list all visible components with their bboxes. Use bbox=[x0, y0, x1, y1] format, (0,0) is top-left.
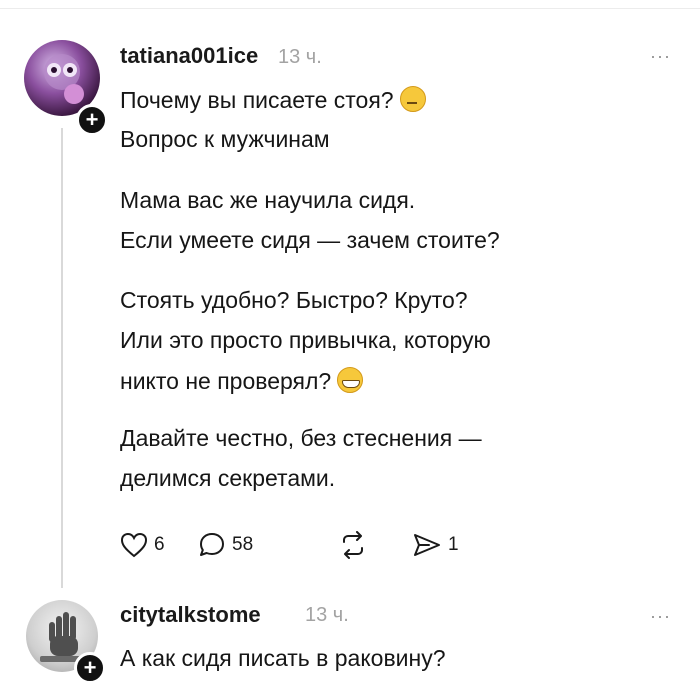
more-options-icon[interactable]: ··· bbox=[650, 606, 671, 627]
thinking-face-emoji-icon bbox=[399, 86, 426, 112]
share-button[interactable]: 1 bbox=[412, 525, 459, 565]
send-icon bbox=[414, 534, 440, 556]
post-text-line: Если умеете сидя — зачем стоите? bbox=[120, 227, 500, 253]
post-text-line: Мама вас же научила сидя. bbox=[120, 187, 416, 213]
reply-timestamp: 13 ч. bbox=[305, 604, 349, 626]
like-button[interactable]: 6 bbox=[120, 525, 165, 565]
post-text-line: Вопрос к мужчинам bbox=[120, 126, 330, 152]
repost-icon bbox=[343, 531, 363, 559]
follow-plus-icon[interactable]: + bbox=[76, 104, 108, 136]
comment-bubble-icon bbox=[200, 533, 224, 556]
top-divider bbox=[0, 8, 700, 9]
thread-line bbox=[61, 128, 63, 588]
post-text-line: никто не проверял? bbox=[120, 367, 364, 395]
heart-icon bbox=[120, 532, 148, 558]
post-text-line: делимся секретами. bbox=[120, 465, 336, 491]
reply-text: А как сидя писать в раковину? bbox=[120, 645, 446, 671]
post-text-line: Давайте честно, без стеснения — bbox=[120, 425, 482, 451]
share-count: 1 bbox=[448, 534, 459, 555]
like-count: 6 bbox=[154, 534, 165, 555]
post-text-line: Или это просто привычка, которую bbox=[120, 327, 491, 353]
more-options-icon[interactable]: ··· bbox=[650, 46, 671, 67]
reply-username[interactable]: citytalkstome bbox=[120, 602, 261, 628]
post-text-line: Почему вы писаете стоя? bbox=[120, 86, 426, 114]
post-timestamp: 13 ч. bbox=[278, 46, 322, 68]
grinning-face-emoji-icon bbox=[337, 367, 364, 393]
post-text-line: Стоять удобно? Быстро? Круто? bbox=[120, 287, 468, 313]
follow-plus-icon[interactable]: + bbox=[74, 652, 106, 684]
post-username[interactable]: tatiana001ice bbox=[120, 43, 258, 69]
comment-count: 58 bbox=[232, 534, 254, 555]
comment-button[interactable]: 58 bbox=[198, 525, 253, 565]
repost-button[interactable] bbox=[338, 525, 374, 565]
